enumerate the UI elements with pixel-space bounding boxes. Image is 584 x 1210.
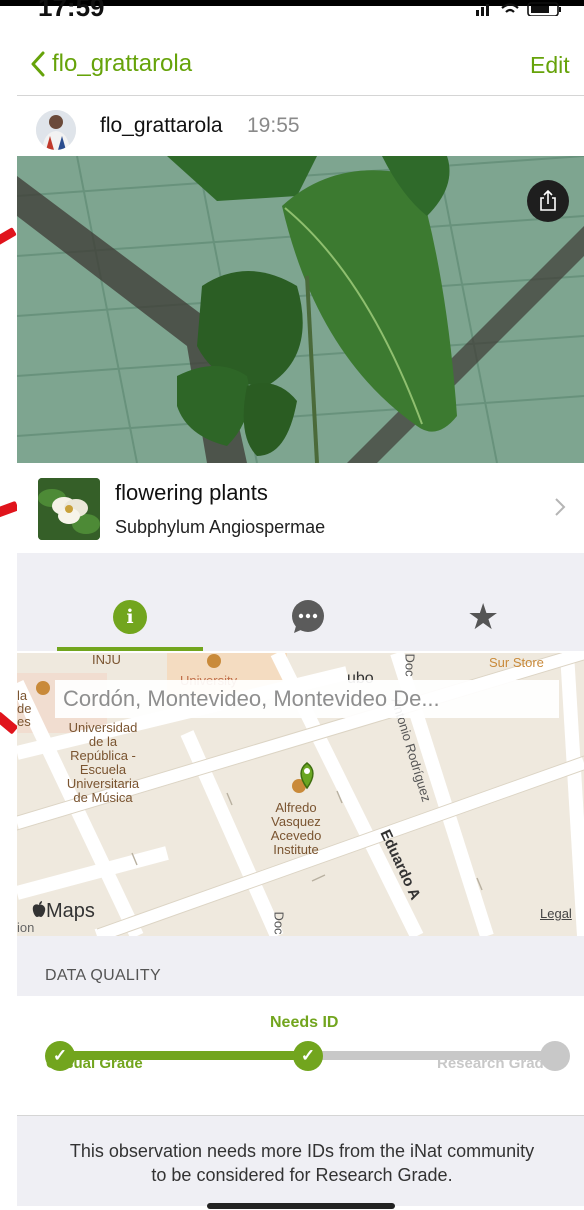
map-label-street: Doc <box>271 911 287 935</box>
data-quality-current: Needs ID <box>270 1014 339 1031</box>
edit-button[interactable]: Edit <box>530 52 570 79</box>
data-quality-end: Research Grade <box>437 1055 553 1072</box>
annotation-mark <box>0 227 17 246</box>
share-button[interactable] <box>527 180 569 222</box>
location-search-field[interactable]: Cordón, Montevideo, Montevideo De... <box>55 680 559 718</box>
chevron-right-icon <box>554 497 566 522</box>
taxon-row[interactable] <box>17 463 584 553</box>
tab-favorites[interactable]: ★ <box>467 596 499 638</box>
map-label-escuela: Universidad de la República - Escuela Un… <box>66 720 140 805</box>
taxon-thumbnail <box>38 478 100 540</box>
legal-link[interactable]: Legal <box>540 906 572 921</box>
status-time: 17:59 <box>38 0 105 22</box>
back-button[interactable]: flo_grattarola <box>30 50 192 78</box>
observation-time: 19:55 <box>247 114 300 137</box>
map-label: INJU <box>92 653 121 667</box>
apple-logo-icon <box>32 901 46 917</box>
map-label: ion <box>17 920 35 935</box>
avatar[interactable] <box>36 110 76 150</box>
data-quality-header <box>17 936 584 996</box>
map-label-institute: Alfredo Vasquez Acevedo Institute <box>270 800 322 857</box>
chevron-left-icon <box>31 51 45 77</box>
speech-bubble-icon <box>292 600 324 633</box>
map-label: es <box>17 714 31 729</box>
share-icon <box>540 190 556 211</box>
taxon-common-name: flowering plants <box>115 480 268 505</box>
taxon-scientific-name: Subphylum Angiospermae <box>115 517 326 537</box>
map-label-street: Doc <box>402 653 418 677</box>
tab-activity[interactable] <box>290 600 326 639</box>
username[interactable]: flo_grattarola <box>100 114 223 138</box>
home-indicator[interactable] <box>207 1203 395 1209</box>
data-quality-note: This observation needs more IDs from the… <box>69 1141 535 1185</box>
maps-attribution: Maps <box>32 900 95 923</box>
map-label: Sur Store <box>489 655 544 670</box>
data-quality-start: Casual Grade <box>46 1055 143 1072</box>
data-quality-title: DATA QUALITY <box>45 967 161 984</box>
back-label: flo_grattarola <box>52 50 193 77</box>
maps-attribution-label: Maps <box>46 900 95 922</box>
tab-selected-indicator <box>57 647 203 651</box>
status-icons <box>476 2 568 21</box>
annotation-mark <box>0 711 19 735</box>
observation-photo[interactable] <box>17 156 584 463</box>
divider <box>17 95 584 96</box>
check-icon: ✓ <box>293 1041 323 1071</box>
tab-info[interactable]: i <box>113 600 147 634</box>
